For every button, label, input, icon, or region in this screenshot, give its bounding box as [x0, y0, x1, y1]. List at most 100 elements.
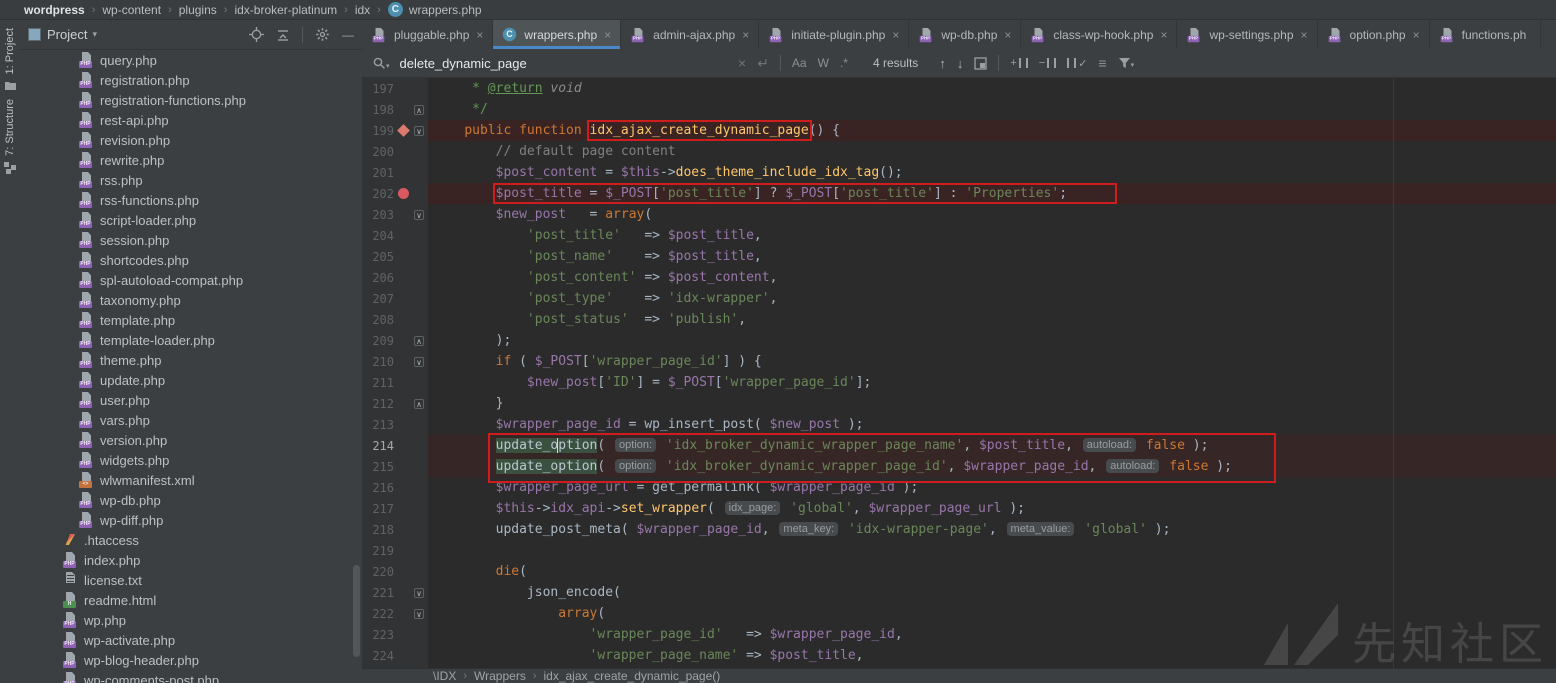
line-number[interactable]: 211: [368, 376, 394, 390]
line-number[interactable]: 210: [368, 355, 394, 369]
line-number[interactable]: 198: [368, 103, 394, 117]
tree-item[interactable]: PHPwp-comments-post.php: [20, 670, 362, 683]
fold-down-icon[interactable]: ∨: [414, 210, 424, 220]
code-line[interactable]: 209∧ );: [362, 330, 1556, 351]
breadcrumb-file[interactable]: wrappers.php: [409, 3, 482, 17]
line-number[interactable]: 221: [368, 586, 394, 600]
line-number[interactable]: 213: [368, 418, 394, 432]
breadcrumb-item[interactable]: wordpress: [24, 3, 85, 17]
fold-up-icon[interactable]: ∧: [414, 399, 424, 409]
tool-button-structure[interactable]: 7: Structure: [4, 99, 16, 156]
editor-tab[interactable]: PHPwp-settings.php×: [1177, 20, 1317, 49]
code-line[interactable]: 202 $post_title = $_POST['post_title'] ?…: [362, 183, 1556, 204]
line-number[interactable]: 220: [368, 565, 394, 579]
breadcrumb-item[interactable]: plugins: [179, 3, 217, 17]
regex-toggle[interactable]: .*: [840, 56, 848, 70]
code-line[interactable]: 221∨ json_encode(: [362, 582, 1556, 603]
editor-tab[interactable]: PHPadmin-ajax.php×: [621, 20, 759, 49]
filter-lines-button[interactable]: ≡: [1098, 55, 1106, 71]
tab-close-icon[interactable]: ×: [742, 28, 749, 42]
next-occurrence-button[interactable]: ↓: [957, 56, 964, 71]
code-line[interactable]: 197 * @return void: [362, 78, 1556, 99]
tree-item[interactable]: PHPsession.php: [20, 230, 362, 250]
code-text[interactable]: if ( $_POST['wrapper_page_id'] ) {: [428, 351, 1556, 372]
line-number[interactable]: 224: [368, 649, 394, 663]
code-editor[interactable]: 197 * @return void198∧ */199∨ public fun…: [362, 78, 1556, 668]
line-number[interactable]: 207: [368, 292, 394, 306]
remove-selection-button[interactable]: −: [1039, 57, 1056, 69]
code-line[interactable]: 203∨ $new_post = array(: [362, 204, 1556, 225]
breadcrumb-item[interactable]: idx-broker-platinum: [234, 3, 337, 17]
code-text[interactable]: 'wrapper_page_name' => $post_title,: [428, 645, 1556, 666]
code-line[interactable]: 205 'post_name' => $post_title,: [362, 246, 1556, 267]
tree-item[interactable]: PHPtaxonomy.php: [20, 290, 362, 310]
status-breadcrumb-item[interactable]: Wrappers: [474, 669, 526, 683]
breakpoint-icon[interactable]: [398, 188, 409, 199]
code-line[interactable]: 198∧ */: [362, 99, 1556, 120]
code-text[interactable]: update_option( option: 'idx_broker_dynam…: [428, 435, 1556, 456]
whole-words-toggle[interactable]: W: [818, 56, 829, 70]
status-breadcrumb-item[interactable]: idx_ajax_create_dynamic_page(): [543, 669, 720, 683]
code-text[interactable]: 'wrapper_page_id' => $wrapper_page_id,: [428, 624, 1556, 645]
code-text[interactable]: update_option( option: 'idx_broker_dynam…: [428, 456, 1556, 477]
code-text[interactable]: die(: [428, 561, 1556, 582]
code-text[interactable]: $wrapper_page_id = wp_insert_post( $new_…: [428, 414, 1556, 435]
line-number[interactable]: 218: [368, 523, 394, 537]
line-number[interactable]: 202: [368, 187, 394, 201]
tool-button-project[interactable]: 1: Project: [4, 28, 16, 74]
line-number[interactable]: 197: [368, 82, 394, 96]
code-line[interactable]: 222 ∨ array(: [362, 603, 1556, 624]
search-icon[interactable]: ▾: [372, 56, 390, 70]
editor-tab[interactable]: PHPinitiate-plugin.php×: [759, 20, 909, 49]
search-input[interactable]: delete_dynamic_page: [400, 56, 527, 71]
fold-up-icon[interactable]: ∧: [414, 336, 424, 346]
tree-item[interactable]: PHPrest-api.php: [20, 110, 362, 130]
code-text[interactable]: 'post_type' => 'idx-wrapper',: [428, 288, 1556, 309]
code-text[interactable]: $wrapper_page_url = get_permalink( $wrap…: [428, 477, 1556, 498]
code-text[interactable]: 'post_name' => $post_title,: [428, 246, 1556, 267]
editor-tab[interactable]: PHPwp-db.php×: [909, 20, 1021, 49]
code-text[interactable]: 'post_title' => $post_title,: [428, 225, 1556, 246]
tree-item[interactable]: PHPwp-db.php: [20, 490, 362, 510]
tree-item[interactable]: PHPrss.php: [20, 170, 362, 190]
tree-scrollbar[interactable]: [353, 565, 360, 657]
match-case-toggle[interactable]: Aa: [792, 56, 807, 70]
tree-item[interactable]: PHPscript-loader.php: [20, 210, 362, 230]
line-number[interactable]: 206: [368, 271, 394, 285]
code-text[interactable]: );: [428, 330, 1556, 351]
fold-down-icon[interactable]: ∨: [414, 609, 424, 619]
code-line[interactable]: 213 $wrapper_page_id = wp_insert_post( $…: [362, 414, 1556, 435]
tree-item[interactable]: license.txt: [20, 570, 362, 590]
code-text[interactable]: [428, 540, 1556, 561]
tree-item[interactable]: PHPwp.php: [20, 610, 362, 630]
code-text[interactable]: public function idx_ajax_create_dynamic_…: [428, 120, 1556, 141]
code-line[interactable]: 206 'post_content' => $post_content,: [362, 267, 1556, 288]
code-line[interactable]: 218 update_post_meta( $wrapper_page_id, …: [362, 519, 1556, 540]
code-text[interactable]: $this->idx_api->set_wrapper( idx_page: '…: [428, 498, 1556, 519]
code-line[interactable]: 216 $wrapper_page_url = get_permalink( $…: [362, 477, 1556, 498]
tree-item[interactable]: PHPrss-functions.php: [20, 190, 362, 210]
code-line[interactable]: 211 $new_post['ID'] = $_POST['wrapper_pa…: [362, 372, 1556, 393]
tree-item[interactable]: PHPtemplate.php: [20, 310, 362, 330]
line-number[interactable]: 203: [368, 208, 394, 222]
add-selection-button[interactable]: +: [1010, 57, 1027, 69]
tree-item[interactable]: PHPregistration.php: [20, 70, 362, 90]
clear-search-icon[interactable]: ×: [738, 55, 746, 71]
code-line[interactable]: 217 $this->idx_api->set_wrapper( idx_pag…: [362, 498, 1556, 519]
line-number[interactable]: 199: [368, 124, 394, 138]
line-number[interactable]: 215: [368, 460, 394, 474]
code-text[interactable]: */: [428, 99, 1556, 120]
code-line[interactable]: 200 // default page content: [362, 141, 1556, 162]
tree-item[interactable]: <>wlwmanifest.xml: [20, 470, 362, 490]
tab-close-icon[interactable]: ×: [1413, 28, 1420, 42]
code-text[interactable]: array(: [428, 603, 1556, 624]
line-number[interactable]: 216: [368, 481, 394, 495]
tree-item[interactable]: .htaccess: [20, 530, 362, 550]
tree-item[interactable]: PHPrewrite.php: [20, 150, 362, 170]
code-line[interactable]: 208 'post_status' => 'publish',: [362, 309, 1556, 330]
line-number[interactable]: 208: [368, 313, 394, 327]
status-breadcrumb-item[interactable]: \IDX: [433, 669, 456, 683]
line-number[interactable]: 222: [368, 607, 394, 621]
tree-item[interactable]: PHPversion.php: [20, 430, 362, 450]
tree-item[interactable]: PHPshortcodes.php: [20, 250, 362, 270]
